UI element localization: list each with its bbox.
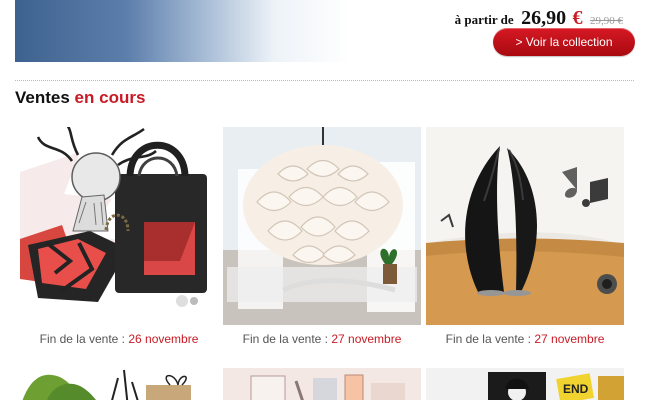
- next-sale-card-garden[interactable]: [20, 368, 218, 400]
- sale-end-date: 27 novembre: [331, 332, 402, 346]
- sale-end-caption: Fin de la vente : 26 novembre: [20, 332, 218, 346]
- next-sale-card-art[interactable]: END: [426, 368, 624, 400]
- price-prefix: à partir de: [454, 12, 514, 27]
- interior-product-image: [223, 368, 421, 400]
- garden-product-image: [20, 368, 218, 400]
- sale-end-caption: Fin de la vente : 27 novembre: [223, 332, 421, 346]
- next-sale-card-interior[interactable]: [223, 368, 421, 400]
- sale-card-bags[interactable]: Fin de la vente : 26 novembre: [20, 127, 218, 359]
- end-sign-text: END: [563, 382, 589, 396]
- price-currency: €: [572, 7, 583, 29]
- bags-illustration: [20, 127, 218, 325]
- lamp-illustration: [223, 127, 421, 325]
- sale-card-lamp[interactable]: Fin de la vente : 27 novembre: [223, 127, 421, 359]
- sale-end-label: Fin de la vente :: [445, 332, 531, 346]
- sale-card-speakers[interactable]: Fin de la vente : 27 novembre: [426, 127, 624, 359]
- art-product-image: END: [426, 368, 624, 400]
- sale-end-caption: Fin de la vente : 27 novembre: [426, 332, 624, 346]
- product-image-bags[interactable]: [20, 127, 218, 325]
- old-price: 29,90 €: [590, 15, 623, 27]
- section-divider: [15, 80, 634, 81]
- sale-end-label: Fin de la vente :: [242, 332, 328, 346]
- product-image-lamp[interactable]: [223, 127, 421, 325]
- current-sales-heading: Ventes en cours: [15, 88, 145, 108]
- view-collection-button[interactable]: > Voir la collection: [493, 28, 635, 56]
- sale-end-date: 26 novembre: [128, 332, 199, 346]
- section-title-main: Ventes: [15, 88, 70, 107]
- product-image-speakers[interactable]: [426, 127, 624, 325]
- speakers-illustration: [426, 127, 624, 325]
- sale-end-label: Fin de la vente :: [39, 332, 125, 346]
- sale-price: 26,90: [521, 7, 567, 29]
- sale-end-date: 27 novembre: [534, 332, 605, 346]
- collection-banner[interactable]: à partir de 26,90 € 29,90 € > Voir la co…: [15, 0, 635, 62]
- sales-page: à partir de 26,90 € 29,90 € > Voir la co…: [0, 0, 647, 400]
- section-title-accent: en cours: [74, 88, 146, 107]
